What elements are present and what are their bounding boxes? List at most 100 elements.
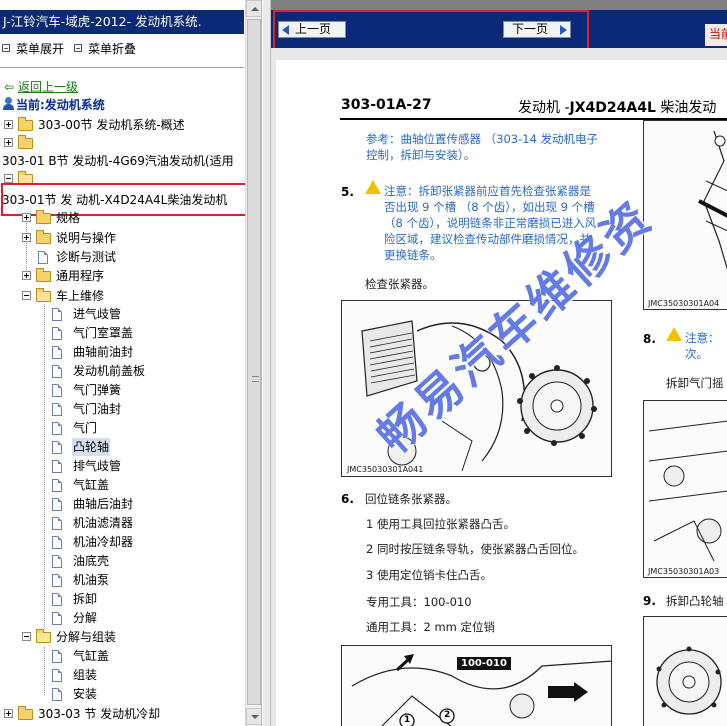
tree-item-303-03[interactable]: 303-03 节 发动机冷却 (4, 705, 244, 723)
tree-line (44, 304, 45, 629)
step-5-caution-3: （8 个齿），说明链条非正常磨损已进入风 (384, 216, 597, 230)
step-6-sub-1: 1 使用工具回拉张紧器凸舌。 (366, 517, 515, 531)
general-tool-line: 通用工具：2 mm 定位销 (366, 620, 496, 634)
document-icon (52, 327, 62, 340)
scroll-up-button[interactable] (246, 0, 261, 17)
chevron-up-icon (251, 7, 259, 11)
step-8-number: 8. (643, 332, 656, 346)
step-6-sub-3: 3 使用定位销卡住凸舌。 (366, 568, 492, 582)
tree-item-disassembly[interactable]: 分解与组装 (22, 628, 242, 646)
reference-note-line1: 参考：曲轴位置传感器 （303-14 发动机电子 (366, 132, 599, 146)
document-icon (52, 479, 62, 492)
tree-item-specs[interactable]: 规格 (22, 209, 242, 227)
folder-icon (18, 706, 33, 720)
figure-caption: JMC35030301A04 (648, 299, 720, 308)
expand-toggle[interactable] (4, 138, 13, 147)
page-number: 303-01A-27 (341, 97, 432, 113)
expand-toggle[interactable] (22, 233, 31, 242)
folder-icon (36, 230, 51, 244)
step-6-sub-2: 2 同时按压链条导轨，使张紧器凸舌回位。 (366, 542, 584, 556)
divider (0, 67, 244, 68)
step-5-number: 5. (341, 185, 354, 199)
folder-open-icon (36, 288, 51, 302)
tree-item-description[interactable]: 说明与操作 (22, 229, 242, 247)
scroll-thumb[interactable] (247, 19, 261, 705)
document-icon (52, 308, 62, 321)
figure-caption: JMC35030301A041 (347, 465, 424, 474)
step-8-caution: 注意： (685, 331, 720, 345)
step-5-caution-2: 否出现 9 个槽 （8 个齿），如出现 9 个槽 (384, 200, 595, 214)
figure-caption: JMC35030301A03 (648, 567, 720, 576)
step-6-number: 6. (341, 492, 354, 506)
document-icon (52, 422, 62, 435)
tree-item-in-vehicle[interactable]: 车上维修 (22, 287, 242, 305)
rocker-illustration (644, 401, 727, 577)
expand-toggle[interactable] (22, 271, 31, 280)
menu-expand-button[interactable]: 菜单展开 (2, 40, 64, 57)
chevron-down-icon (251, 715, 259, 719)
step-8-caution-2: 次。 (685, 347, 708, 361)
collapse-toggle[interactable] (22, 632, 31, 641)
navigation-pane: J-江铃汽车-域虎-2012- 发动机系统. 菜单展开 菜单折叠 ⇦ 返回上一级 … (0, 0, 262, 726)
tree-item-blank[interactable] (4, 134, 244, 152)
current-page-indicator: 当前 (709, 27, 727, 41)
document-icon (52, 498, 62, 511)
document-icon (52, 669, 62, 682)
expand-toggle[interactable] (22, 213, 31, 222)
collapse-icon (74, 44, 82, 52)
tree-item-diagnosis[interactable]: 诊断与测试 (22, 248, 242, 266)
user-icon (2, 97, 16, 111)
collapse-toggle[interactable] (22, 291, 31, 300)
document-icon (52, 688, 62, 701)
back-link[interactable]: ⇦ 返回上一级 (4, 78, 78, 96)
manual-title-bar: J-江铃汽车-域虎-2012- 发动机系统. (0, 10, 244, 34)
folder-icon (18, 135, 33, 149)
highlight-box (273, 10, 589, 50)
document-icon (52, 365, 62, 378)
grip-icon (252, 376, 259, 382)
step-5-caution: 注意：拆卸张紧器前应首先检查张紧器是 (384, 184, 591, 198)
tool-tag: 100-010 (457, 657, 511, 670)
collapse-toggle[interactable] (4, 174, 13, 183)
scroll-down-button[interactable] (246, 708, 261, 725)
figure-bottom-right (643, 616, 727, 726)
document-icon (52, 574, 62, 587)
tree-scrollbar[interactable] (245, 0, 261, 726)
document-icon (38, 251, 48, 264)
document-icon (52, 612, 62, 625)
document-icon (52, 555, 62, 568)
warning-icon (365, 180, 381, 195)
document-icon (52, 441, 62, 454)
expand-toggle[interactable] (4, 120, 13, 129)
step-9-number: 9. (643, 594, 656, 608)
document-icon (52, 517, 62, 530)
figure-retract-tensioner: 100-010 1 2 (341, 645, 612, 726)
figure-mid-right: JMC35030301A03 (643, 400, 727, 578)
step-9-text: 拆卸凸轮轴 (666, 594, 724, 608)
step-5-caution-5: 更换链条。 (384, 248, 442, 262)
document-icon (52, 593, 62, 606)
step-6-title: 回位链条张紧器。 (365, 492, 457, 506)
step-8-text: 拆卸气门摇 (666, 376, 724, 390)
camshaft-illustration (644, 617, 727, 726)
menu-collapse-button[interactable]: 菜单折叠 (74, 40, 136, 57)
document-icon (52, 384, 62, 397)
expand-icon (2, 44, 10, 52)
tree-line (44, 647, 45, 695)
document-icon (52, 536, 62, 549)
current-location: 当前:发动机系统 (2, 96, 105, 114)
back-arrow-icon: ⇦ (4, 80, 15, 94)
callout-2: 2 (444, 710, 451, 720)
tree-item-303-01b[interactable]: 303-01 B节 发动机-4G69汽油发动机(适用 (0, 152, 244, 170)
special-tool-label: 专用工具：100-010 (366, 595, 472, 609)
tree-item-303-00[interactable]: 303-00节 发动机系统-概述 (4, 116, 244, 134)
callout-1: 1 (404, 715, 411, 725)
tree-item-general[interactable]: 通用程序 (22, 267, 242, 285)
step-5-text: 检查张紧器。 (365, 277, 434, 291)
document-icon (52, 346, 62, 359)
folder-icon (36, 210, 51, 224)
pane-splitter[interactable] (263, 0, 271, 726)
page-title: 发动机 -JX4D24A4L 柴油发动 (518, 100, 717, 116)
expand-toggle[interactable] (4, 709, 13, 718)
folder-icon (36, 268, 51, 282)
